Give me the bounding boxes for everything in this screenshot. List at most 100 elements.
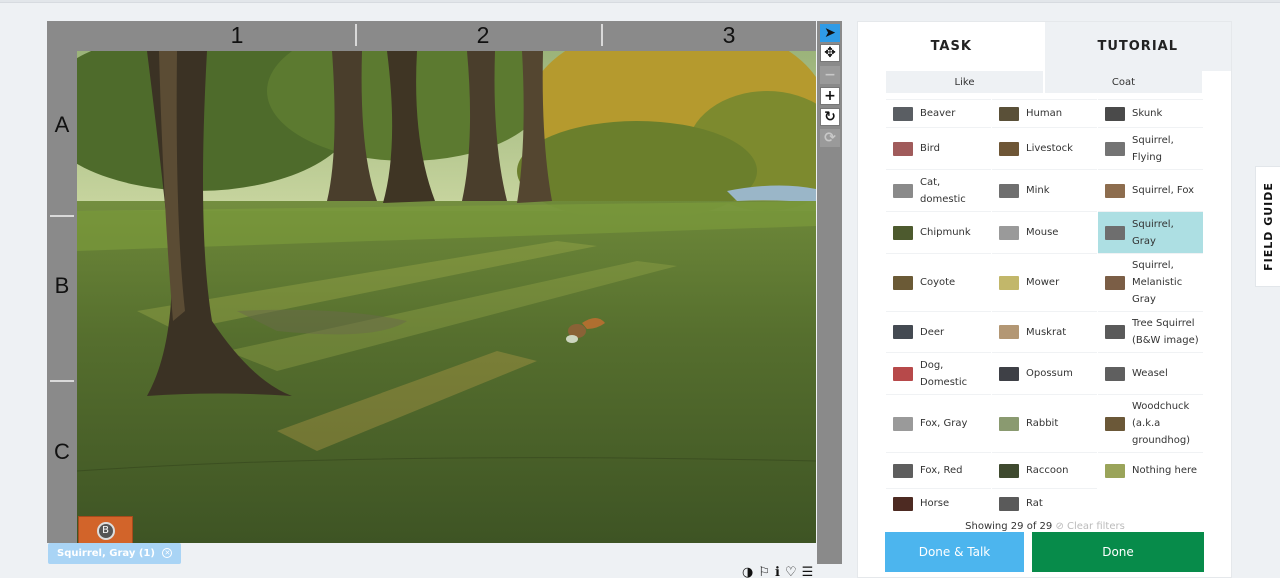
species-choice[interactable]: Squirrel, Fox [1098,169,1203,211]
panel-tabs: TASK TUTORIAL [858,22,1231,71]
invert-icon[interactable]: ◑ [742,565,753,578]
species-label: Chipmunk [920,227,971,238]
zoom-in-button[interactable]: + [820,87,840,105]
species-choice[interactable]: Bird [886,127,991,169]
species-choice[interactable]: Mouse [992,211,1097,253]
species-label: Tree Squirrel (B&W image) [1132,318,1199,346]
species-thumbnail [999,106,1019,121]
species-label: Cat, domestic [920,176,966,205]
species-thumbnail [893,141,913,156]
zoom-out-button[interactable]: − [820,66,840,84]
species-label: Squirrel, Gray [1132,218,1174,247]
species-choice[interactable]: Weasel [1098,352,1203,394]
species-thumbnail [1105,141,1125,156]
species-thumbnail [1105,183,1125,198]
species-thumbnail [893,416,913,431]
field-guide-tab[interactable]: FIELD GUIDE [1255,166,1280,287]
species-thumbnail [1105,325,1125,339]
species-thumbnail [1105,366,1125,381]
species-thumbnail [893,275,913,290]
species-choice[interactable]: Rat [992,488,1097,518]
species-label: Rabbit [1026,418,1059,429]
species-thumbnail [999,325,1019,339]
species-choice[interactable]: Woodchuck (a.k.a groundhog) [1098,394,1203,452]
species-choice[interactable]: Mower [992,253,1097,311]
species-choice[interactable]: Skunk [1098,99,1203,127]
species-choice[interactable]: Fox, Red [886,452,991,488]
annotation-chip[interactable]: Squirrel, Gray (1) ✕ [48,543,182,564]
info-icon[interactable]: ℹ [775,565,780,578]
species-label: Human [1026,108,1063,119]
species-choice[interactable]: Tree Squirrel (B&W image) [1098,311,1203,352]
filter-like-button[interactable]: Like [886,71,1045,93]
species-choice[interactable]: Livestock [992,127,1097,169]
species-thumbnail [999,225,1019,240]
species-choice[interactable]: Chipmunk [886,211,991,253]
species-label: Opossum [1026,368,1073,379]
species-label: Squirrel, Fox [1132,185,1195,196]
species-thumbnail [893,183,913,198]
rotate-button[interactable]: ↻ [820,108,840,126]
showing-text: Showing 29 of 29 [965,521,1053,532]
species-label: Mower [1026,277,1060,288]
viewer-toolbar: ➤ ✥ − + ↻ ⟳ [817,21,842,564]
grid-col-3: 3 [722,22,736,48]
species-label: Deer [920,326,945,338]
reset-button[interactable]: ⟳ [820,129,840,147]
top-border [0,0,1280,3]
filter-coat-button[interactable]: Coat [1045,71,1204,93]
collections-icon[interactable]: ☰ [802,565,814,578]
species-label: Bird [920,143,940,154]
tab-tutorial[interactable]: TUTORIAL [1044,22,1231,71]
species-choice[interactable]: Dog, Domestic [886,352,991,394]
species-choice[interactable]: Squirrel, Melanistic Gray [1098,253,1203,311]
species-label: Mink [1026,185,1050,196]
species-choice[interactable]: Coyote [886,253,991,311]
species-choice[interactable]: Beaver [886,99,991,127]
species-choice[interactable]: Opossum [992,352,1097,394]
done-button[interactable]: Done [1032,532,1204,572]
species-choice[interactable]: Cat, domestic [886,169,991,211]
species-choice[interactable]: Deer [886,311,991,352]
species-label: Livestock [1026,143,1073,154]
species-choice[interactable]: Mink [992,169,1097,211]
grid-col-2: 2 [476,22,490,48]
species-choice[interactable]: Human [992,99,1097,127]
species-thumbnail [893,225,913,240]
species-label: Raccoon [1026,465,1069,476]
species-choice[interactable]: Squirrel, Flying [1098,127,1203,169]
field-guide-label: FIELD GUIDE [1261,182,1275,271]
grid-col-1: 1 [230,22,244,48]
species-choice[interactable]: Fox, Gray [886,394,991,452]
camera-trap-photo[interactable] [77,51,816,543]
species-choice[interactable]: Squirrel, Gray [1098,211,1203,253]
grid-row-b: B [54,273,70,298]
species-thumbnail [893,496,913,511]
species-thumbnail [893,463,913,478]
species-choice[interactable]: Muskrat [992,311,1097,352]
pointer-tool-button[interactable]: ➤ [820,24,840,42]
tab-task[interactable]: TASK [858,22,1045,71]
species-thumbnail [893,366,913,381]
species-choice[interactable]: Raccoon [992,452,1097,488]
clear-filters-link[interactable]: ⊘ Clear filters [1055,521,1124,532]
grid-divider [601,24,603,46]
flag-icon[interactable]: ⚐ [758,565,770,578]
species-thumbnail [1105,463,1125,478]
plus-icon: + [824,88,836,104]
species-thumbnail [999,183,1019,198]
camera-brand-logo: B [78,516,133,546]
subject-viewer: 1 2 3 A B C B [47,21,816,546]
annotation-chip-label: Squirrel, Gray (1) [57,548,155,559]
grid-row-labels: A B C [47,51,77,543]
done-and-talk-button[interactable]: Done & Talk [885,532,1024,572]
heart-icon[interactable]: ♡ [785,565,797,578]
species-choice[interactable]: Rabbit [992,394,1097,452]
pan-tool-button[interactable]: ✥ [820,44,840,62]
close-circle-icon[interactable]: ✕ [162,548,173,558]
species-label: Beaver [920,108,956,119]
species-choice[interactable]: Nothing here [1098,452,1203,488]
species-choice[interactable]: Horse [886,488,991,518]
species-thumbnail [999,366,1019,381]
logo-icon: B [96,522,115,540]
